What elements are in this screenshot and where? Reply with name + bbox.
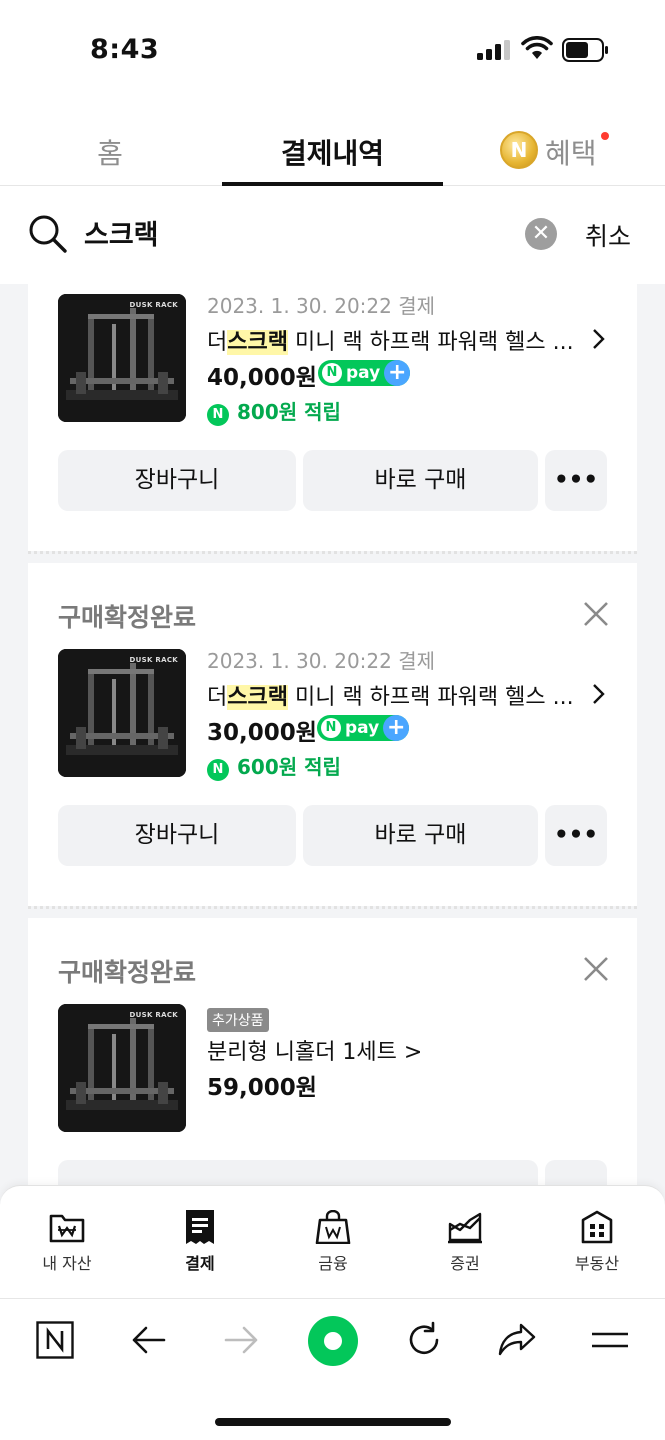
nav-real-estate[interactable]: 부동산 (547, 1210, 647, 1274)
buy-now-button[interactable]: 바로 구매 (303, 805, 538, 866)
plus-icon: + (383, 715, 410, 741)
order-card: DUSK RACK 2023. 1. 30. 20:22 결제 더스크랙 미니 … (28, 284, 637, 551)
tab-home[interactable]: 홈 (60, 132, 160, 186)
refresh-icon[interactable] (405, 1321, 443, 1359)
order-status: 구매확정완료 (58, 603, 197, 632)
power-rack-image (58, 649, 186, 777)
search-input[interactable] (84, 210, 504, 254)
order-status: 구매확정완료 (58, 958, 197, 987)
nav-securities[interactable]: 증권 (415, 1210, 515, 1274)
clear-search-icon[interactable]: ✕ (525, 218, 557, 250)
payment-date: 2023. 1. 30. 20:22 결제 (207, 649, 436, 673)
wallet-icon (49, 1214, 85, 1243)
reward-text: 600원 적립 (237, 755, 341, 779)
signal-icon (477, 40, 510, 60)
thumbnail-brand: DUSK RACK (129, 301, 178, 309)
npay-label: pay (345, 718, 380, 738)
nav-payments[interactable]: 결제 (150, 1210, 250, 1274)
clock: 8:43 (90, 34, 160, 65)
buy-now-button[interactable]: 바로 구매 (303, 450, 538, 511)
point-reward: N 800원 적립 (207, 396, 341, 426)
more-options-button[interactable]: ••• (545, 450, 607, 511)
additional-item-badge: 추가상품 (207, 1008, 269, 1032)
bottom-navigation: 내 자산 결제 금융 증권 부동산 (0, 1185, 665, 1298)
nav-my-assets[interactable]: 내 자산 (17, 1210, 117, 1274)
add-to-cart-button[interactable]: 장바구니 (58, 450, 296, 511)
product-title[interactable]: 더스크랙 미니 랙 하프랙 파워랙 헬스 ... (207, 324, 574, 356)
nav-label: 증권 (450, 1254, 480, 1273)
npay-label: pay (346, 363, 381, 383)
card-divider (28, 906, 637, 909)
nav-label: 부동산 (574, 1254, 620, 1273)
building-icon (581, 1210, 613, 1244)
battery-icon (562, 38, 608, 62)
tab-benefits-label: 혜택 (545, 137, 597, 170)
bag-icon (315, 1210, 351, 1244)
search-bar: ✕ 취소 (0, 186, 665, 284)
plus-icon: + (384, 360, 411, 386)
order-list: DUSK RACK 2023. 1. 30. 20:22 결제 더스크랙 미니 … (0, 284, 665, 1296)
share-icon[interactable] (497, 1321, 537, 1359)
tab-payments[interactable]: 결제내역 (222, 132, 443, 186)
reward-text: 800원 적립 (237, 400, 341, 424)
chevron-right-icon[interactable] (592, 328, 606, 350)
coin-icon: N (500, 131, 538, 169)
chevron-right-icon[interactable] (592, 683, 606, 705)
power-rack-image (58, 294, 186, 422)
title-rest: 미니 랙 하프랙 파워랙 헬스 ... (287, 685, 574, 710)
chart-icon (448, 1212, 482, 1244)
price: 59,000원 (207, 1075, 317, 1101)
nav-finance[interactable]: 금융 (283, 1210, 383, 1274)
order-card: 구매확정완료 DUSK RACK 2023. 1. 30. 20:22 결제 더… (28, 563, 637, 906)
nav-label: 결제 (185, 1254, 215, 1273)
menu-icon[interactable] (590, 1321, 630, 1359)
point-reward: N 600원 적립 (207, 751, 341, 781)
add-to-cart-button[interactable]: 장바구니 (58, 805, 296, 866)
notification-dot (601, 132, 609, 140)
naver-home-icon[interactable] (36, 1321, 74, 1359)
price: 40,000원 (207, 365, 317, 391)
price: 30,000원 (207, 720, 317, 746)
npay-n-icon: N (321, 718, 341, 738)
naver-point-icon: N (207, 759, 229, 781)
naver-point-icon: N (207, 404, 229, 426)
title-highlight: 스크랙 (227, 330, 288, 355)
more-options-button[interactable]: ••• (545, 805, 607, 866)
tab-benefits[interactable]: N 혜택 (500, 131, 630, 186)
product-thumbnail[interactable]: DUSK RACK (58, 649, 186, 777)
home-indicator (215, 1418, 451, 1426)
top-tabs: 홈 결제내역 N 혜택 (0, 100, 665, 186)
delete-icon[interactable] (581, 954, 611, 984)
nav-label: 금융 (318, 1254, 348, 1273)
delete-icon[interactable] (581, 599, 611, 629)
back-arrow-icon[interactable] (130, 1321, 168, 1359)
status-bar: 8:43 (0, 0, 665, 100)
forward-arrow-icon[interactable] (222, 1321, 260, 1359)
thumbnail-brand: DUSK RACK (129, 656, 178, 664)
product-thumbnail[interactable]: DUSK RACK (58, 1004, 186, 1132)
wifi-icon (521, 36, 553, 59)
title-prefix: 더 (207, 330, 228, 355)
title-highlight: 스크랙 (227, 685, 288, 710)
npay-plus-badge: Npay + (318, 360, 411, 386)
green-dot-icon[interactable] (307, 1315, 359, 1367)
payment-date: 2023. 1. 30. 20:22 결제 (207, 294, 436, 318)
cancel-button[interactable]: 취소 (585, 217, 631, 253)
thumbnail-brand: DUSK RACK (129, 1011, 178, 1019)
npay-plus-badge: Npay + (317, 715, 410, 741)
product-title[interactable]: 더스크랙 미니 랙 하프랙 파워랙 헬스 ... (207, 679, 574, 711)
title-rest: 미니 랙 하프랙 파워랙 헬스 ... (287, 330, 574, 355)
power-rack-image (58, 1004, 186, 1132)
receipt-icon (186, 1210, 214, 1244)
npay-n-icon: N (322, 363, 342, 383)
product-thumbnail[interactable]: DUSK RACK (58, 294, 186, 422)
search-icon (29, 215, 67, 253)
card-divider (28, 551, 637, 554)
nav-label: 내 자산 (42, 1254, 92, 1273)
product-title[interactable]: 분리형 니홀더 1세트 > (207, 1034, 422, 1066)
title-prefix: 더 (207, 685, 228, 710)
